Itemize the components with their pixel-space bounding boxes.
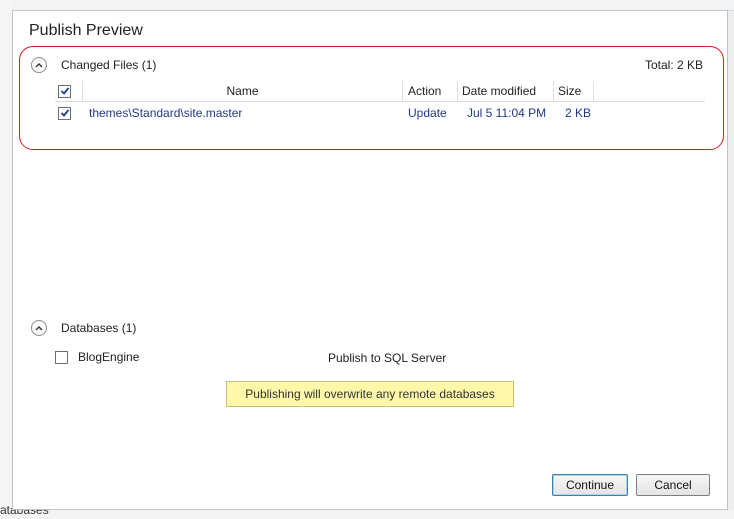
table-row[interactable]: themes\Standard\site.master Update Jul 5… bbox=[55, 102, 705, 124]
column-header-action[interactable]: Action bbox=[403, 81, 458, 101]
select-all-checkbox[interactable] bbox=[58, 84, 71, 98]
column-header-name[interactable]: Name bbox=[83, 81, 403, 101]
row-checkbox-cell bbox=[55, 106, 83, 120]
row-checkbox[interactable] bbox=[58, 106, 71, 120]
checkmark-icon bbox=[60, 87, 69, 95]
changed-files-collapse-button[interactable] bbox=[31, 57, 47, 73]
select-all-column bbox=[55, 81, 83, 101]
continue-button[interactable]: Continue bbox=[552, 474, 628, 496]
cancel-button[interactable]: Cancel bbox=[636, 474, 710, 496]
row-size: 2 KB bbox=[565, 106, 592, 120]
checkmark-icon bbox=[60, 109, 69, 117]
database-publish-target: Publish to SQL Server bbox=[328, 351, 447, 365]
database-checkbox[interactable] bbox=[55, 350, 68, 364]
publish-preview-dialog: Publish Preview Changed Files (1) Total:… bbox=[12, 10, 728, 510]
database-warning-banner: Publishing will overwrite any remote dat… bbox=[226, 381, 514, 407]
column-header-size[interactable]: Size bbox=[554, 81, 594, 101]
database-row[interactable]: BlogEngine bbox=[55, 350, 139, 364]
databases-collapse-button[interactable] bbox=[31, 320, 47, 336]
chevron-up-icon bbox=[35, 326, 43, 331]
dialog-title: Publish Preview bbox=[29, 22, 143, 39]
changed-files-label: Changed Files (1) bbox=[61, 58, 157, 72]
row-date-modified: Jul 5 11:04 PM bbox=[467, 106, 547, 120]
database-name: BlogEngine bbox=[78, 350, 140, 364]
column-header-date-modified[interactable]: Date modified bbox=[458, 81, 554, 101]
table-header: Name Action Date modified Size bbox=[55, 81, 705, 102]
databases-header: Databases (1) bbox=[31, 320, 136, 336]
changed-files-total: Total: 2 KB bbox=[644, 58, 703, 72]
row-file-name: themes\Standard\site.master bbox=[89, 106, 243, 120]
changed-files-table: Name Action Date modified Size themes\St… bbox=[55, 81, 705, 124]
row-action: Update bbox=[408, 106, 447, 120]
chevron-up-icon bbox=[35, 63, 43, 68]
background-footer: atabases bbox=[0, 503, 734, 519]
changed-files-header: Changed Files (1) bbox=[31, 57, 156, 73]
databases-label: Databases (1) bbox=[61, 321, 137, 335]
